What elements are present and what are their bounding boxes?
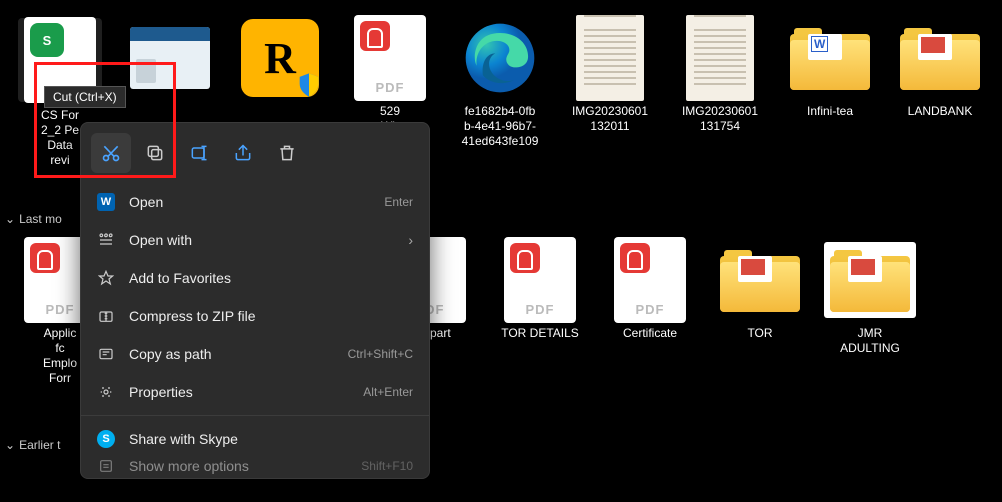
zip-icon <box>97 307 115 325</box>
pdf-doc-icon <box>610 240 690 320</box>
menu-label: Show more options <box>129 458 249 474</box>
file-item-edge[interactable]: fe1682b4-0fbb-4e41-96b7-41ed643fe109 <box>450 10 550 225</box>
folder-landbank[interactable]: LANDBANK <box>890 10 990 225</box>
menu-label: Properties <box>129 384 193 400</box>
file-label: CS For2_2 PeDatarevi <box>41 108 79 168</box>
open-with-icon <box>97 231 115 249</box>
scanned-doc-icon <box>570 18 650 98</box>
menu-label: Open <box>129 194 163 210</box>
file-label: Infini-tea <box>807 104 853 119</box>
skype-icon: S <box>97 430 115 448</box>
file-label: IMG20230601131754 <box>682 104 758 134</box>
file-label: JMRADULTING <box>840 326 900 356</box>
menu-accelerator: Enter <box>384 195 413 209</box>
share-button[interactable] <box>223 133 263 173</box>
folder-icon <box>790 18 870 98</box>
pdf-doc-icon <box>350 18 430 98</box>
menu-label: Compress to ZIP file <box>129 308 256 324</box>
cut-button[interactable] <box>91 133 131 173</box>
context-menu-quick-actions <box>81 129 429 183</box>
folder-jmr[interactable]: JMRADULTING <box>820 232 920 386</box>
copy-path-icon <box>97 345 115 363</box>
folder-icon <box>720 240 800 320</box>
menu-label: Open with <box>129 232 192 248</box>
file-label: TOR <box>747 326 772 341</box>
folder-tor[interactable]: TOR <box>710 232 810 386</box>
chevron-down-icon: ⌄ <box>5 438 15 452</box>
file-item-tordetails[interactable]: TOR DETAILS <box>490 232 590 386</box>
file-item-img131754[interactable]: IMG20230601131754 <box>670 10 770 225</box>
group-header-last-month[interactable]: ⌄ Last mo <box>5 212 62 226</box>
file-item-certificate[interactable]: Certificate <box>600 232 700 386</box>
menu-label: Add to Favorites <box>129 270 231 286</box>
rename-button[interactable] <box>179 133 219 173</box>
folder-infinitea[interactable]: Infini-tea <box>780 10 880 225</box>
file-item-img132011[interactable]: IMG20230601132011 <box>560 10 660 225</box>
group-label: Earlier t <box>19 438 60 452</box>
tooltip-cut: Cut (Ctrl+X) <box>44 86 126 108</box>
group-header-earlier[interactable]: ⌄ Earlier t <box>5 438 60 452</box>
file-label: Certificate <box>623 326 677 341</box>
more-icon <box>97 458 115 475</box>
menu-accelerator: Alt+Enter <box>363 385 413 399</box>
file-label: TOR DETAILS <box>501 326 579 341</box>
menu-copy-path[interactable]: Copy as path Ctrl+Shift+C <box>81 335 429 373</box>
open-app-icon: W <box>97 193 115 211</box>
group-label: Last mo <box>19 212 62 226</box>
scanned-doc-icon <box>680 18 760 98</box>
file-label: LANDBANK <box>908 104 973 119</box>
menu-separator <box>81 415 429 416</box>
menu-accelerator: Ctrl+Shift+C <box>348 347 413 361</box>
menu-properties[interactable]: Properties Alt+Enter <box>81 373 429 411</box>
edge-icon <box>460 18 540 98</box>
menu-share-skype[interactable]: S Share with Skype <box>81 420 429 458</box>
chevron-down-icon: ⌄ <box>5 212 15 226</box>
menu-accelerator: Shift+F10 <box>361 459 413 473</box>
star-icon <box>97 269 115 287</box>
chevron-right-icon: › <box>408 232 413 248</box>
delete-button[interactable] <box>267 133 307 173</box>
menu-label: Copy as path <box>129 346 212 362</box>
file-label: fe1682b4-0fbb-4e41-96b7-41ed643fe109 <box>462 104 539 149</box>
file-explorer-view: S CS For2_2 PeDatarevi R 529Wh3_P <box>0 0 1002 502</box>
copy-button[interactable] <box>135 133 175 173</box>
rockstar-icon: R <box>240 18 320 98</box>
context-menu: W Open Enter Open with › Add to Favorite… <box>80 122 430 479</box>
menu-add-favorites[interactable]: Add to Favorites <box>81 259 429 297</box>
file-label: IMG20230601132011 <box>572 104 648 134</box>
file-label: ApplicfcEmploForr <box>43 326 77 386</box>
folder-icon <box>900 18 980 98</box>
menu-show-more[interactable]: Show more options Shift+F10 <box>81 458 429 478</box>
menu-compress-zip[interactable]: Compress to ZIP file <box>81 297 429 335</box>
id-card-icon <box>130 18 210 98</box>
folder-icon <box>830 240 910 320</box>
menu-open[interactable]: W Open Enter <box>81 183 429 221</box>
properties-icon <box>97 383 115 401</box>
menu-label: Share with Skype <box>129 431 238 447</box>
menu-open-with[interactable]: Open with › <box>81 221 429 259</box>
tooltip-text: Cut (Ctrl+X) <box>53 90 117 104</box>
pdf-doc-icon <box>500 240 580 320</box>
